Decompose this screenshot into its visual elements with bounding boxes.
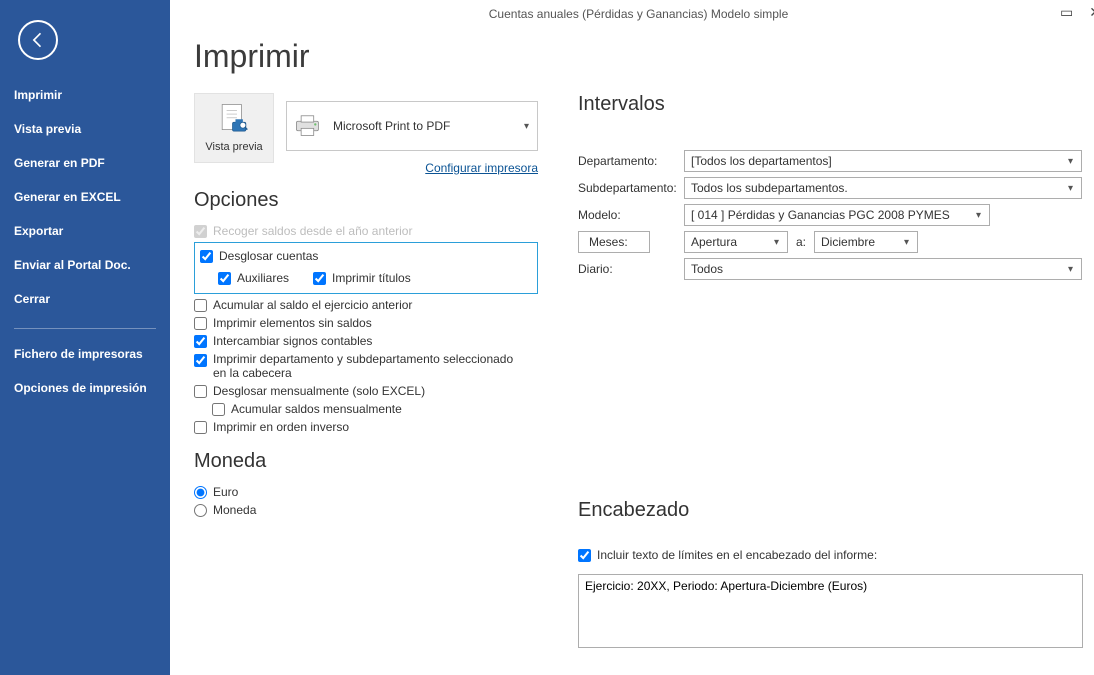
printer-select[interactable]: Microsoft Print to PDF ▾ (286, 101, 538, 151)
opciones-heading: Opciones (194, 189, 538, 212)
value-diario: Todos (691, 262, 723, 276)
sidebar-item-generar-pdf[interactable]: Generar en PDF (0, 146, 170, 180)
chevron-down-icon: ▾ (524, 121, 529, 132)
meses-button[interactable]: Meses: (578, 231, 650, 253)
desglosar-highlight: Desglosar cuentas Auxiliares Imprimir tí… (194, 242, 538, 294)
moneda-heading: Moneda (194, 450, 538, 473)
chevron-down-icon: ▾ (904, 237, 909, 248)
label-incluir-texto[interactable]: Incluir texto de límites en el encabezad… (597, 548, 877, 562)
label-imprimir-titulos[interactable]: Imprimir títulos (332, 271, 411, 285)
checkbox-acumular-mens[interactable] (212, 403, 225, 416)
window-title: Cuentas anuales (Pérdidas y Ganancias) M… (489, 7, 789, 21)
vista-previa-button[interactable]: Vista previa (194, 93, 274, 163)
select-diario[interactable]: Todos ▾ (684, 258, 1082, 280)
sidebar-item-imprimir[interactable]: Imprimir (0, 78, 170, 112)
page-title: Imprimir (194, 38, 1083, 75)
checkbox-incluir-texto[interactable] (578, 549, 591, 562)
sidebar-separator (14, 328, 156, 329)
select-modelo[interactable]: [ 014 ] Pérdidas y Ganancias PGC 2008 PY… (684, 204, 990, 226)
checkbox-orden-inverso[interactable] (194, 421, 207, 434)
value-modelo: [ 014 ] Pérdidas y Ganancias PGC 2008 PY… (691, 208, 950, 222)
close-icon[interactable]: ✕ (1089, 4, 1094, 21)
chevron-down-icon: ▾ (1068, 156, 1073, 167)
document-preview-icon (219, 103, 249, 137)
label-orden-inverso[interactable]: Imprimir en orden inverso (213, 420, 349, 434)
checkbox-imprimir-sin-saldos[interactable] (194, 317, 207, 330)
label-acumular-mens[interactable]: Acumular saldos mensualmente (231, 402, 402, 416)
sidebar-item-cerrar[interactable]: Cerrar (0, 282, 170, 316)
radio-euro[interactable] (194, 486, 207, 499)
label-desglosar[interactable]: Desglosar cuentas (219, 249, 318, 263)
checkbox-intercambiar[interactable] (194, 335, 207, 348)
chevron-down-icon: ▾ (1068, 264, 1073, 275)
sidebar: Imprimir Vista previa Generar en PDF Gen… (0, 0, 170, 675)
value-mes-inicio: Apertura (691, 235, 737, 249)
select-departamento[interactable]: [Todos los departamentos] ▾ (684, 150, 1082, 172)
checkbox-imp-dep-sub[interactable] (194, 354, 207, 367)
radio-moneda[interactable] (194, 504, 207, 517)
chevron-down-icon: ▾ (1068, 183, 1073, 194)
sidebar-item-generar-excel[interactable]: Generar en EXCEL (0, 180, 170, 214)
configure-printer-link[interactable]: Configurar impresora (286, 161, 538, 175)
value-subdepartamento: Todos los subdepartamentos. (691, 181, 848, 195)
label-diario: Diario: (578, 262, 684, 276)
checkbox-desglosar[interactable] (200, 250, 213, 263)
label-recoger: Recoger saldos desde el año anterior (213, 224, 412, 238)
select-mes-inicio[interactable]: Apertura ▾ (684, 231, 788, 253)
checkbox-desglosar-mens[interactable] (194, 385, 207, 398)
checkbox-imprimir-titulos[interactable] (313, 272, 326, 285)
chevron-down-icon: ▾ (774, 237, 779, 248)
titlebar: Cuentas anuales (Pérdidas y Ganancias) M… (170, 0, 1094, 28)
sidebar-item-vista-previa[interactable]: Vista previa (0, 112, 170, 146)
vista-previa-label: Vista previa (205, 141, 262, 153)
encabezado-textarea[interactable] (578, 574, 1083, 648)
intervalos-heading: Intervalos (578, 93, 1083, 116)
maximize-icon[interactable]: ▭ (1060, 4, 1073, 21)
encabezado-heading: Encabezado (578, 499, 1083, 522)
label-moneda[interactable]: Moneda (213, 503, 256, 517)
checkbox-auxiliares[interactable] (218, 272, 231, 285)
back-button[interactable] (18, 20, 58, 60)
checkbox-recoger (194, 225, 207, 238)
label-departamento: Departamento: (578, 154, 684, 168)
value-departamento: [Todos los departamentos] (691, 154, 832, 168)
value-mes-fin: Diciembre (821, 235, 875, 249)
sidebar-item-enviar-portal[interactable]: Enviar al Portal Doc. (0, 248, 170, 282)
chevron-down-icon: ▾ (976, 210, 981, 221)
arrow-left-icon (28, 30, 48, 50)
label-subdepartamento: Subdepartamento: (578, 181, 684, 195)
label-auxiliares[interactable]: Auxiliares (237, 271, 289, 285)
sidebar-item-opciones-impresion[interactable]: Opciones de impresión (0, 371, 170, 405)
select-subdepartamento[interactable]: Todos los subdepartamentos. ▾ (684, 177, 1082, 199)
sidebar-item-fichero-impresoras[interactable]: Fichero de impresoras (0, 337, 170, 371)
printer-name: Microsoft Print to PDF (333, 119, 450, 133)
label-intercambiar[interactable]: Intercambiar signos contables (213, 334, 372, 348)
select-mes-fin[interactable]: Diciembre ▾ (814, 231, 918, 253)
checkbox-acumular-saldo[interactable] (194, 299, 207, 312)
sidebar-item-exportar[interactable]: Exportar (0, 214, 170, 248)
label-modelo: Modelo: (578, 208, 684, 222)
label-a: a: (796, 235, 806, 249)
printer-icon (295, 115, 323, 137)
label-imp-dep-sub[interactable]: Imprimir departamento y subdepartamento … (213, 352, 523, 380)
chk-recoger-saldos: Recoger saldos desde el año anterior (194, 222, 538, 240)
main-panel: Cuentas anuales (Pérdidas y Ganancias) M… (170, 0, 1094, 675)
label-imprimir-sin-saldos[interactable]: Imprimir elementos sin saldos (213, 316, 372, 330)
label-acumular-saldo[interactable]: Acumular al saldo el ejercicio anterior (213, 298, 412, 312)
label-desglosar-mens[interactable]: Desglosar mensualmente (solo EXCEL) (213, 384, 425, 398)
label-euro[interactable]: Euro (213, 485, 238, 499)
